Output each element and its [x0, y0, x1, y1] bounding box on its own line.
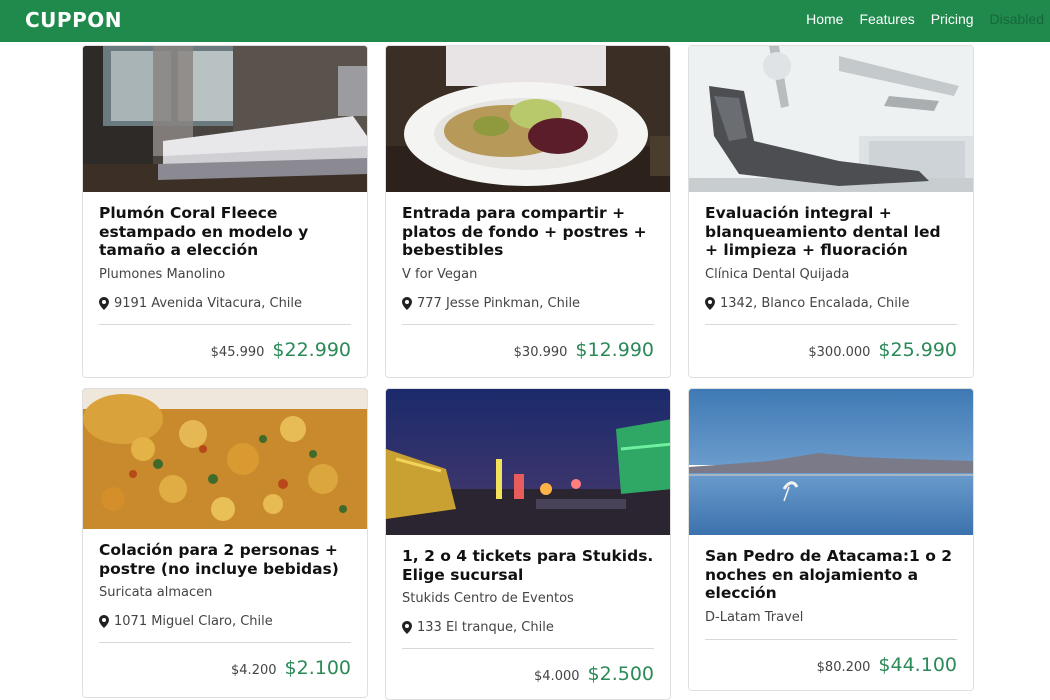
deal-store: Suricata almacen	[99, 585, 213, 600]
nav-link-pricing[interactable]: Pricing	[931, 11, 974, 27]
nav-links: Home Features Pricing Disabled	[806, 11, 1044, 27]
deal-image-food-plate[interactable]	[386, 46, 670, 192]
deal-store: V for Vegan	[402, 266, 478, 282]
deal-location-text: 1071 Miguel Claro, Chile	[114, 614, 273, 629]
deal-image-stew[interactable]	[83, 389, 367, 529]
deal-store: D-Latam Travel	[705, 609, 804, 625]
deal-location: 1342, Blanco Encalada, Chile	[705, 296, 957, 311]
old-price: $45.990	[210, 344, 265, 360]
nav-link-home[interactable]: Home	[806, 11, 843, 27]
location-pin-icon	[99, 296, 109, 310]
deal-location: 777 Jesse Pinkman, Chile	[402, 296, 654, 311]
deal-store: Plumones Manolino	[99, 266, 226, 282]
old-price: $300.000	[808, 344, 871, 360]
deal-location-text: 133 El tranque, Chile	[417, 620, 554, 635]
deal-prices: $30.990 $12.990	[402, 325, 654, 375]
deal-title[interactable]: Entrada para compartir + platos de fondo…	[402, 204, 654, 260]
new-price: $12.990	[575, 338, 654, 361]
deal-title[interactable]: Plumón Coral Fleece estampado en modelo …	[99, 204, 351, 260]
deal-image-night-fair[interactable]	[386, 389, 670, 535]
location-pin-icon	[705, 296, 715, 310]
nav-link-disabled: Disabled	[989, 11, 1044, 27]
brand-logo[interactable]: CUPPON	[25, 8, 122, 32]
deal-store: Clínica Dental Quijada	[705, 266, 850, 282]
deal-title[interactable]: 1, 2 o 4 tickets para Stukids. Elige suc…	[402, 547, 654, 584]
deal-title[interactable]: Colación para 2 personas + postre (no in…	[99, 541, 351, 578]
deal-location: 9191 Avenida Vitacura, Chile	[99, 296, 351, 311]
old-price: $30.990	[513, 344, 568, 360]
deal-location-text: 1342, Blanco Encalada, Chile	[720, 295, 910, 311]
old-price: $4.200	[231, 663, 277, 678]
deal-card[interactable]: San Pedro de Atacama:1 o 2 noches en alo…	[688, 388, 974, 691]
deal-image-salt-lagoon[interactable]	[689, 389, 973, 535]
new-price: $25.990	[878, 338, 957, 361]
deal-location: 133 El tranque, Chile	[402, 620, 654, 635]
deal-card[interactable]: Evaluación integral + blanqueamiento den…	[688, 45, 974, 378]
deal-prices: $80.200 $44.100	[705, 640, 957, 690]
deal-image-dental-chair[interactable]	[689, 46, 973, 192]
deal-prices: $4.000 $2.500	[402, 649, 654, 699]
deal-image-bedroom[interactable]	[83, 46, 367, 192]
deal-card[interactable]: Plumón Coral Fleece estampado en modelo …	[82, 45, 368, 378]
location-pin-icon	[402, 621, 412, 634]
deal-location-text: 9191 Avenida Vitacura, Chile	[114, 295, 303, 311]
deal-title[interactable]: San Pedro de Atacama:1 o 2 noches en alo…	[705, 547, 957, 603]
new-price: $2.500	[587, 663, 654, 685]
new-price: $44.100	[878, 653, 957, 676]
deal-prices: $300.000 $25.990	[705, 325, 957, 375]
navbar: CUPPON Home Features Pricing Disabled	[0, 0, 1050, 42]
old-price: $4.000	[534, 669, 580, 684]
location-pin-icon	[402, 296, 412, 310]
deal-card[interactable]: 1, 2 o 4 tickets para Stukids. Elige suc…	[385, 388, 671, 700]
new-price: $2.100	[284, 657, 351, 679]
deal-title[interactable]: Evaluación integral + blanqueamiento den…	[705, 204, 957, 260]
deal-card[interactable]: Colación para 2 personas + postre (no in…	[82, 388, 368, 698]
nav-link-features[interactable]: Features	[859, 11, 914, 27]
deal-prices: $45.990 $22.990	[99, 325, 351, 375]
deal-prices: $4.200 $2.100	[99, 643, 351, 693]
deal-card[interactable]: Entrada para compartir + platos de fondo…	[385, 45, 671, 378]
location-pin-icon	[99, 615, 109, 628]
deal-location-text: 777 Jesse Pinkman, Chile	[417, 295, 581, 311]
new-price: $22.990	[272, 338, 351, 361]
deal-location: 1071 Miguel Claro, Chile	[99, 614, 351, 629]
deal-store: Stukids Centro de Eventos	[402, 591, 574, 606]
old-price: $80.200	[816, 659, 871, 675]
